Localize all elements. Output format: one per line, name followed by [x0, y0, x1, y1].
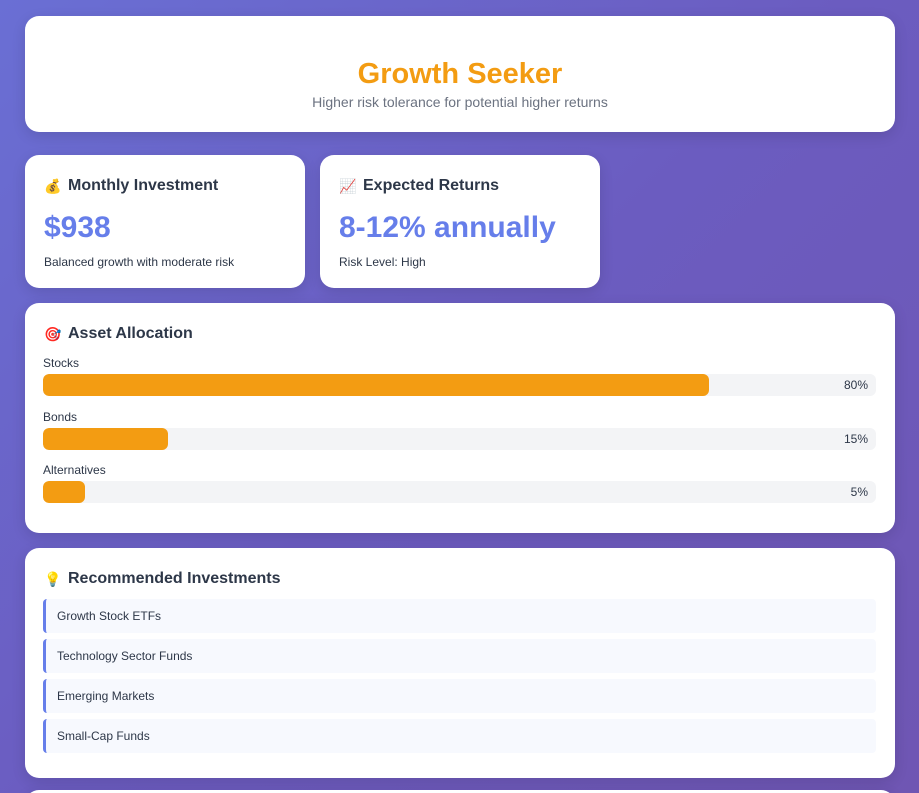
- profile-subtitle: Higher risk tolerance for potential high…: [312, 94, 608, 110]
- allocation-bar-fill: [43, 374, 710, 396]
- allocation-bar-fill: [43, 481, 85, 503]
- allocation-percent: 15%: [843, 432, 868, 446]
- recommendation-item[interactable]: Technology Sector Funds: [43, 639, 876, 673]
- monthly-investment-heading: 💰 Monthly Investment: [44, 177, 218, 195]
- recommendation-item[interactable]: Growth Stock ETFs: [43, 599, 876, 633]
- asset-allocation-title: Asset Allocation: [68, 325, 193, 342]
- risk-level-note: Risk Level: High: [339, 255, 426, 269]
- allocation-label: Alternatives: [43, 463, 106, 477]
- allocation-row-bonds: Bonds 15%: [43, 410, 876, 456]
- monthly-investment-title: Monthly Investment: [68, 177, 219, 194]
- monthly-investment-card: 💰 Monthly Investment $938 Balanced growt…: [25, 155, 305, 288]
- expected-returns-heading: 📈 Expected Returns: [339, 177, 499, 195]
- monthly-investment-note: Balanced growth with moderate risk: [44, 255, 235, 269]
- recommended-investments-title: Recommended Investments: [68, 570, 281, 587]
- allocation-row-alternatives: Alternatives 5%: [43, 463, 876, 509]
- expected-returns-title: Expected Returns: [363, 177, 500, 194]
- light-bulb-icon: 💡: [44, 570, 62, 587]
- expected-returns-card: 📈 Expected Returns 8-12% annually Risk L…: [320, 155, 600, 288]
- asset-allocation-card: 🎯 Asset Allocation Stocks 80% Bonds 15% …: [25, 303, 895, 533]
- allocation-bar-track: [43, 428, 876, 450]
- allocation-label: Bonds: [43, 410, 78, 424]
- recommendation-item[interactable]: Small-Cap Funds: [43, 719, 876, 753]
- asset-allocation-heading: 🎯 Asset Allocation: [44, 325, 193, 343]
- recommended-investments-card: 💡 Recommended Investments Growth Stock E…: [25, 548, 895, 778]
- money-bag-icon: 💰: [44, 177, 62, 194]
- allocation-row-stocks: Stocks 80%: [43, 356, 876, 402]
- allocation-percent: 5%: [850, 485, 868, 499]
- recommended-investments-heading: 💡 Recommended Investments: [44, 570, 281, 588]
- allocation-bar-fill: [43, 428, 168, 450]
- allocation-bar-track: [43, 481, 876, 503]
- recommendation-item[interactable]: Emerging Markets: [43, 679, 876, 713]
- chart-increasing-icon: 📈: [339, 177, 357, 194]
- profile-title: Growth Seeker: [357, 58, 563, 90]
- monthly-investment-value: $938: [44, 211, 111, 244]
- allocation-bar-track: [43, 374, 876, 396]
- allocation-percent: 80%: [843, 378, 868, 392]
- target-icon: 🎯: [44, 325, 62, 342]
- expected-returns-value: 8-12% annually: [339, 211, 556, 244]
- profile-header-card: Growth Seeker Higher risk tolerance for …: [25, 16, 895, 132]
- allocation-label: Stocks: [43, 356, 80, 370]
